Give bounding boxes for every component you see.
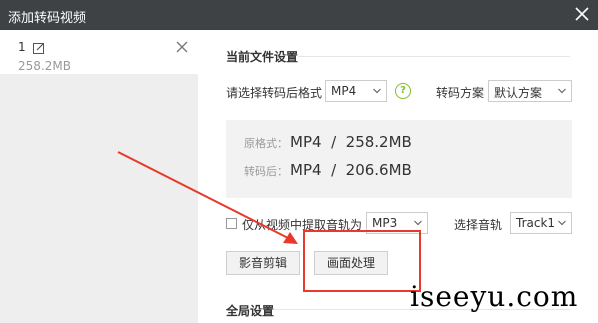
remove-file-icon[interactable] (176, 41, 188, 53)
original-format-row: 原格式： MP4 / 258.2MB (244, 132, 412, 151)
global-settings-heading: 全局设置 (226, 304, 275, 318)
file-size: 258.2MB (18, 59, 71, 73)
watermark-text: iseeyu.com (410, 280, 579, 313)
help-icon[interactable]: ? (395, 83, 411, 99)
current-settings-heading: 当前文件设置 (226, 50, 299, 64)
extract-audio-checkbox[interactable] (226, 218, 237, 229)
track-label: 选择音轨 (454, 218, 503, 232)
chevron-down-icon (558, 88, 566, 94)
audio-format-value: MP3 (372, 216, 398, 230)
title-bar: 添加转码视频 (0, 0, 598, 30)
chevron-down-icon (373, 88, 381, 94)
section-divider (298, 56, 570, 57)
window-title: 添加转码视频 (8, 11, 87, 26)
converted-format-label: 转码后： (244, 165, 288, 178)
scheme-select[interactable]: 默认方案 (488, 80, 572, 102)
file-index: 1 (18, 40, 26, 54)
original-format-label: 原格式： (244, 137, 288, 150)
scheme-label: 转码方案 (436, 86, 485, 100)
chevron-down-icon (414, 220, 422, 226)
file-list-panel: 1 258.2MB (0, 30, 198, 323)
close-icon[interactable] (572, 4, 592, 24)
file-list-item[interactable]: 1 258.2MB (0, 30, 198, 74)
annotation-highlight-box (303, 230, 421, 292)
format-info-box: 原格式： MP4 / 258.2MB 转码后： MP4 / 206.6MB (226, 120, 572, 198)
format-select-value: MP4 (331, 84, 357, 98)
track-select[interactable]: Track1 (510, 212, 572, 234)
rename-icon[interactable] (33, 42, 45, 54)
original-format-value: MP4 / 258.2MB (290, 133, 412, 151)
format-select[interactable]: MP4 (325, 80, 387, 102)
format-label: 请选择转码后格式 (226, 86, 323, 100)
scheme-select-value: 默认方案 (494, 86, 543, 100)
converted-format-row: 转码后： MP4 / 206.6MB (244, 160, 412, 179)
chevron-down-icon (558, 220, 566, 226)
track-select-value: Track1 (516, 216, 556, 230)
video-edit-button[interactable]: 影音剪辑 (226, 251, 300, 275)
converted-format-value: MP4 / 206.6MB (290, 161, 412, 179)
